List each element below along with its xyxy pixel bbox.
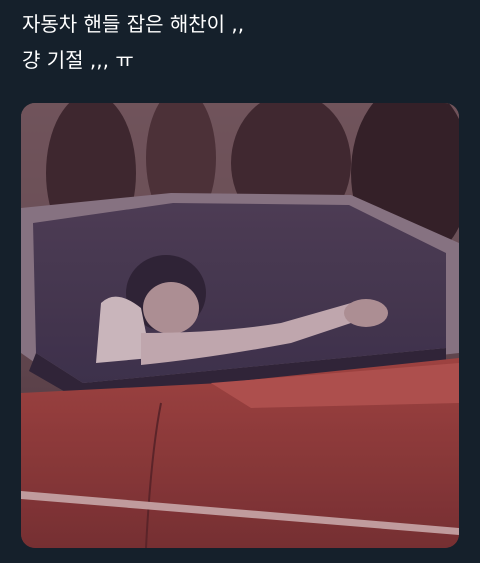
tweet-media-photo[interactable] (21, 103, 459, 548)
car-photo-image (21, 103, 459, 548)
tweet-text: 자동차 핸들 잡은 해찬이 ,, 걍 기절 ,,, ㅠ (22, 6, 462, 78)
tweet-text-line-1: 자동차 핸들 잡은 해찬이 ,, (22, 12, 245, 36)
tweet-text-line-2: 걍 기절 ,,, ㅠ (22, 48, 134, 72)
